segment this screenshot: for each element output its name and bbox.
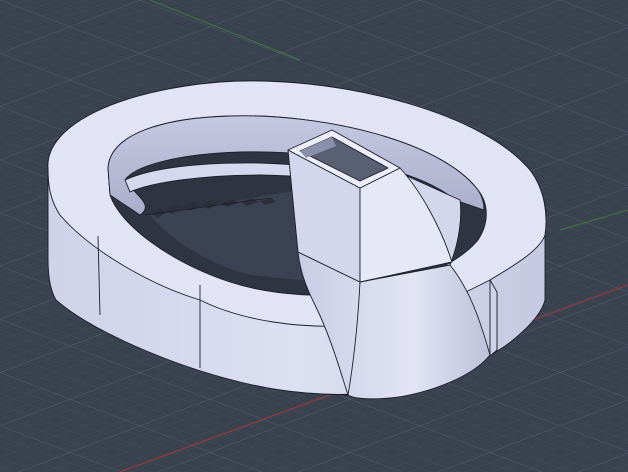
viewport-canvas[interactable]	[0, 0, 628, 472]
cut-notch-face	[489, 279, 498, 357]
cad-3d-viewport[interactable]	[0, 0, 628, 472]
